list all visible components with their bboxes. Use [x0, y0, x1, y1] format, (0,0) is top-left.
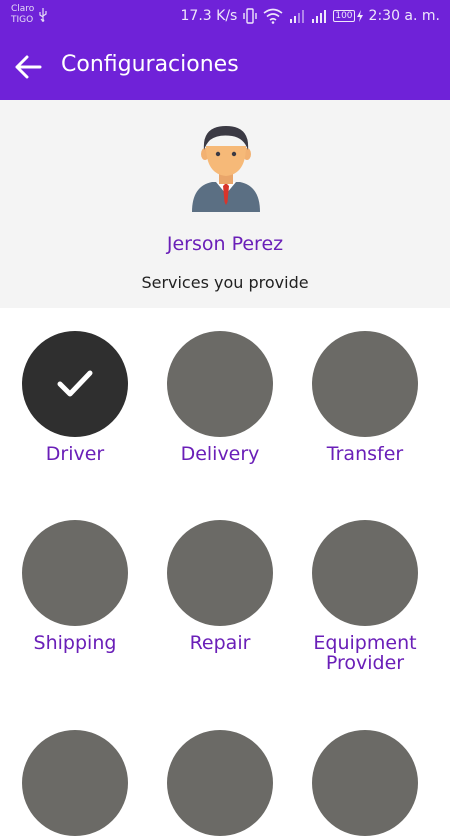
- services-subtitle: Services you provide: [141, 273, 309, 292]
- service-item-9[interactable]: [300, 730, 430, 836]
- app-bar: Configuraciones: [0, 32, 450, 100]
- service-label: Repair: [189, 632, 251, 654]
- service-circle[interactable]: [312, 331, 418, 437]
- service-label: Equipment Provider: [313, 632, 417, 674]
- wifi-icon: [263, 8, 283, 24]
- service-circle-selected[interactable]: [22, 331, 128, 437]
- service-driver[interactable]: Driver: [10, 331, 140, 464]
- arrow-left-icon: [15, 55, 42, 79]
- profile-name: Jerson Perez: [166, 233, 284, 255]
- vibrate-icon: [243, 8, 258, 24]
- service-circle[interactable]: [22, 730, 128, 836]
- service-circle[interactable]: [167, 520, 273, 626]
- service-label: Transfer: [326, 443, 404, 465]
- battery-indicator: 100: [333, 10, 363, 22]
- service-label: Driver: [45, 443, 105, 465]
- clock: 2:30 a. m.: [368, 8, 440, 24]
- service-repair[interactable]: Repair: [155, 520, 285, 653]
- businessman-avatar-icon: [192, 126, 260, 212]
- service-delivery[interactable]: Delivery: [155, 331, 285, 464]
- carrier-line2: TIGO: [11, 15, 34, 25]
- service-shipping[interactable]: Shipping: [10, 520, 140, 653]
- carrier-info: Claro TIGO: [11, 4, 34, 26]
- signal-icon-1: [290, 10, 305, 23]
- service-label: Shipping: [33, 632, 117, 654]
- service-item-8[interactable]: [155, 730, 285, 836]
- carrier-line1: Claro: [11, 4, 35, 14]
- service-circle[interactable]: [167, 331, 273, 437]
- service-circle[interactable]: [312, 730, 418, 836]
- service-circle[interactable]: [22, 520, 128, 626]
- service-circle[interactable]: [312, 520, 418, 626]
- profile-section: Jerson Perez Services you provide: [0, 100, 450, 308]
- checkmark-icon: [57, 370, 93, 397]
- service-item-7[interactable]: [10, 730, 140, 836]
- charging-icon: [356, 10, 363, 22]
- back-button[interactable]: [8, 47, 48, 87]
- status-bar: Claro TIGO 17.3 K/s 100 2:30 a. m.: [0, 0, 450, 32]
- service-circle[interactable]: [167, 730, 273, 836]
- service-transfer[interactable]: Transfer: [300, 331, 430, 464]
- battery-level: 100: [333, 10, 355, 22]
- service-label: Delivery: [180, 443, 260, 465]
- page-title: Configuraciones: [61, 52, 239, 77]
- usb-icon: [39, 8, 47, 22]
- network-speed: 17.3 K/s: [180, 8, 238, 24]
- service-equipment-provider[interactable]: Equipment Provider: [300, 520, 430, 673]
- signal-icon-2: [312, 10, 327, 23]
